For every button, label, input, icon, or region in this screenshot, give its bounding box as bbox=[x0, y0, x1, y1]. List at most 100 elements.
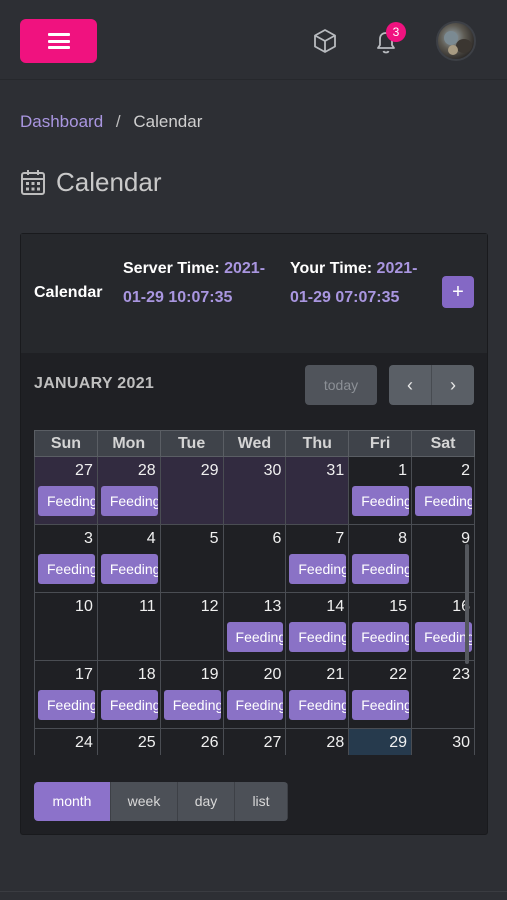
day-number[interactable]: 11 bbox=[98, 593, 160, 618]
day-number[interactable]: 5 bbox=[161, 525, 223, 550]
calendar-day-cell[interactable]: 13 Feeding bbox=[222, 592, 287, 661]
calendar-day-cell[interactable]: 10 bbox=[34, 592, 98, 661]
calendar-day-cell[interactable]: 17 Feeding bbox=[34, 660, 98, 729]
day-number[interactable]: 2 bbox=[412, 457, 474, 482]
calendar-event[interactable]: Feeding bbox=[100, 486, 158, 516]
calendar-day-cell[interactable]: 28 Feeding bbox=[96, 456, 161, 525]
calendar-day-cell[interactable]: 30 bbox=[411, 728, 475, 755]
day-number[interactable]: 4 bbox=[98, 525, 160, 550]
day-number[interactable]: 28 bbox=[98, 457, 160, 482]
calendar-day-cell[interactable]: 11 bbox=[96, 592, 161, 661]
day-number[interactable]: 19 bbox=[161, 661, 223, 686]
calendar-grid: Sun Mon Tue Wed Thu Fri Sat 27 Feeding 28 Feeding… bbox=[34, 430, 475, 755]
calendar-day-cell[interactable]: 18 Feeding bbox=[96, 660, 161, 729]
day-number[interactable]: 22 bbox=[349, 661, 411, 686]
calendar-event[interactable]: Feeding bbox=[352, 554, 410, 584]
day-number[interactable]: 25 bbox=[98, 729, 160, 754]
calendar-event[interactable]: Feeding bbox=[100, 690, 158, 720]
calendar-day-cell[interactable]: 27 Feeding bbox=[34, 456, 98, 525]
day-number[interactable]: 18 bbox=[98, 661, 160, 686]
day-number[interactable]: 10 bbox=[35, 593, 97, 618]
calendar-day-cell[interactable]: 31 bbox=[285, 456, 350, 525]
calendar-day-cell[interactable]: 28 bbox=[285, 728, 350, 755]
chevron-left-icon[interactable]: ‹ bbox=[389, 365, 432, 405]
calendar-event[interactable]: Feeding bbox=[38, 486, 95, 516]
day-number[interactable]: 30 bbox=[412, 729, 474, 754]
calendar-event[interactable]: Feeding bbox=[352, 690, 410, 720]
menu-toggle-button[interactable] bbox=[20, 19, 97, 63]
calendar-day-cell[interactable]: 5 bbox=[159, 524, 224, 593]
calendar-event[interactable]: Feeding bbox=[38, 554, 95, 584]
calendar-day-cell[interactable]: 30 bbox=[222, 456, 287, 525]
calendar-day-cell[interactable]: 7 Feeding bbox=[285, 524, 350, 593]
calendar-day-cell[interactable]: 24 bbox=[34, 728, 98, 755]
calendar-event[interactable]: Feeding bbox=[289, 622, 347, 652]
calendar-day-cell[interactable]: 25 bbox=[96, 728, 161, 755]
calendar-day-cell[interactable]: 4 Feeding bbox=[96, 524, 161, 593]
avatar[interactable] bbox=[436, 21, 476, 61]
calendar-event[interactable]: Feeding bbox=[38, 690, 95, 720]
calendar-day-cell[interactable]: 26 bbox=[159, 728, 224, 755]
calendar-week-row: 17 Feeding 18 Feeding 19 Feeding 20 Feeding 21 Fe… bbox=[34, 660, 475, 729]
day-number[interactable]: 27 bbox=[224, 729, 286, 754]
day-number[interactable]: 30 bbox=[224, 457, 286, 482]
day-number[interactable]: 29 bbox=[161, 457, 223, 482]
calendar-event[interactable]: Feeding bbox=[415, 486, 472, 516]
day-number[interactable]: 27 bbox=[35, 457, 97, 482]
calendar-day-cell[interactable]: 19 Feeding bbox=[159, 660, 224, 729]
day-number[interactable]: 31 bbox=[286, 457, 348, 482]
calendar-day-cell[interactable]: 1 Feeding bbox=[348, 456, 413, 525]
calendar-event[interactable]: Feeding bbox=[100, 554, 158, 584]
calendar-event[interactable]: Feeding bbox=[352, 622, 410, 652]
day-number[interactable]: 7 bbox=[286, 525, 348, 550]
day-number[interactable]: 14 bbox=[286, 593, 348, 618]
calendar-event[interactable]: Feeding bbox=[289, 554, 347, 584]
day-number[interactable]: 13 bbox=[224, 593, 286, 618]
calendar-event[interactable]: Feeding bbox=[226, 622, 284, 652]
day-number[interactable]: 12 bbox=[161, 593, 223, 618]
scrollbar[interactable] bbox=[465, 544, 469, 664]
calendar-day-cell[interactable]: 6 bbox=[222, 524, 287, 593]
view-button-list[interactable]: list bbox=[235, 782, 288, 821]
day-number[interactable]: 29 bbox=[349, 729, 411, 754]
calendar-event[interactable]: Feeding bbox=[352, 486, 410, 516]
calendar-day-cell[interactable]: 8 Feeding bbox=[348, 524, 413, 593]
day-number[interactable]: 6 bbox=[224, 525, 286, 550]
add-event-button[interactable]: + bbox=[442, 276, 474, 308]
today-button[interactable]: today bbox=[305, 365, 377, 405]
calendar-event[interactable]: Feeding bbox=[226, 690, 284, 720]
view-button-day[interactable]: day bbox=[178, 782, 235, 821]
day-number[interactable]: 26 bbox=[161, 729, 223, 754]
day-number[interactable]: 23 bbox=[412, 661, 474, 686]
breadcrumb-separator: / bbox=[115, 112, 121, 131]
calendar-day-cell[interactable]: 12 bbox=[159, 592, 224, 661]
view-button-month[interactable]: month bbox=[34, 782, 111, 821]
calendar-day-cell[interactable]: 22 Feeding bbox=[348, 660, 413, 729]
calendar-event[interactable]: Feeding bbox=[289, 690, 347, 720]
day-number[interactable]: 15 bbox=[349, 593, 411, 618]
view-button-week[interactable]: week bbox=[111, 782, 178, 821]
calendar-event[interactable]: Feeding bbox=[163, 690, 221, 720]
cube-icon[interactable] bbox=[311, 27, 339, 55]
calendar-day-cell[interactable]: 23 bbox=[411, 660, 475, 729]
day-number[interactable]: 1 bbox=[349, 457, 411, 482]
calendar-day-cell[interactable]: 3 Feeding bbox=[34, 524, 98, 593]
calendar-event[interactable]: Feeding bbox=[415, 622, 472, 652]
day-number[interactable]: 21 bbox=[286, 661, 348, 686]
day-number[interactable]: 24 bbox=[35, 729, 97, 754]
day-number[interactable]: 8 bbox=[349, 525, 411, 550]
chevron-right-icon[interactable]: › bbox=[432, 365, 474, 405]
day-number[interactable]: 28 bbox=[286, 729, 348, 754]
day-number[interactable]: 20 bbox=[224, 661, 286, 686]
calendar-day-cell[interactable]: 20 Feeding bbox=[222, 660, 287, 729]
calendar-day-cell[interactable]: 29 bbox=[159, 456, 224, 525]
calendar-day-cell[interactable]: 2 Feeding bbox=[411, 456, 475, 525]
breadcrumb-dashboard-link[interactable]: Dashboard bbox=[20, 112, 103, 131]
day-number[interactable]: 17 bbox=[35, 661, 97, 686]
calendar-day-cell[interactable]: 14 Feeding bbox=[285, 592, 350, 661]
calendar-day-cell[interactable]: 27 bbox=[222, 728, 287, 755]
calendar-day-cell[interactable]: 21 Feeding bbox=[285, 660, 350, 729]
calendar-day-cell[interactable]: 29 bbox=[348, 728, 413, 755]
calendar-day-cell[interactable]: 15 Feeding bbox=[348, 592, 413, 661]
day-number[interactable]: 3 bbox=[35, 525, 97, 550]
